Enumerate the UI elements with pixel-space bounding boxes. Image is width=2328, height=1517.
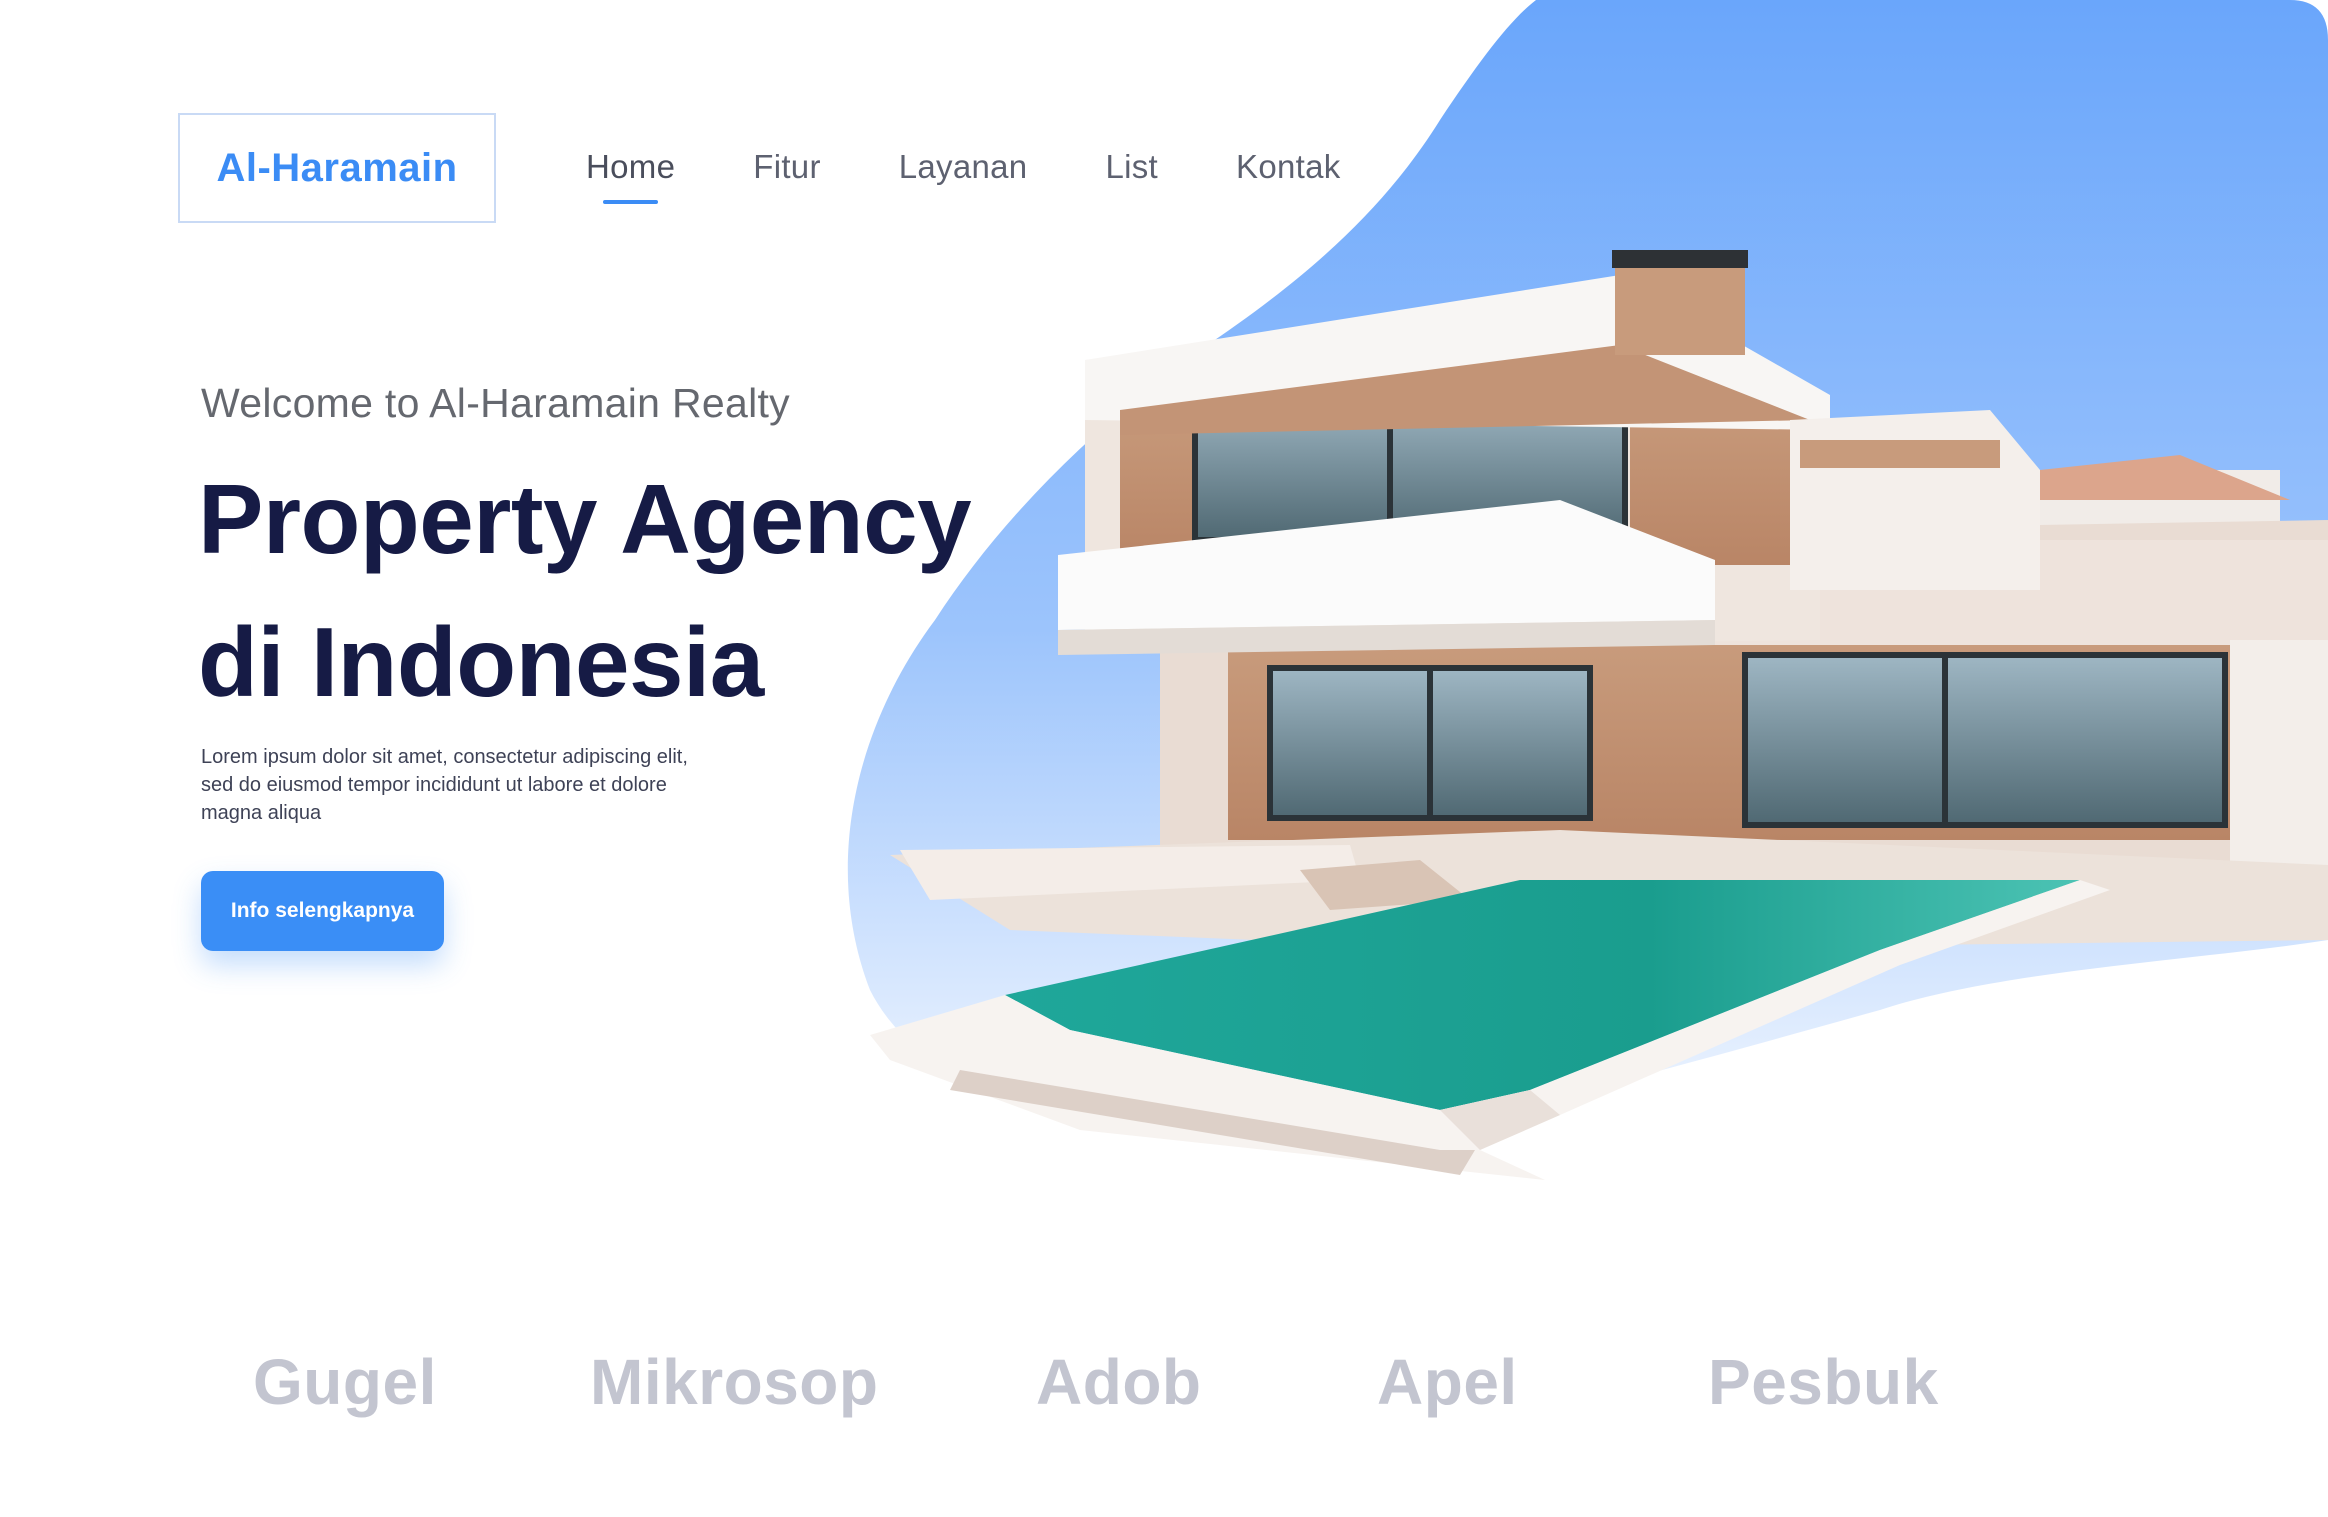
partner-logo-pesbuk: Pesbuk (1708, 1346, 1939, 1418)
partner-logo-mikrosop: Mikrosop (590, 1346, 879, 1418)
info-selengkapnya-button[interactable]: Info selengkapnya (201, 871, 444, 951)
partner-logo-apel: Apel (1377, 1346, 1518, 1418)
nav-item-layanan[interactable]: Layanan (899, 148, 1028, 186)
headline-line-1: Property Agency (198, 464, 972, 574)
nav-item-fitur[interactable]: Fitur (753, 148, 821, 186)
main-nav: Home Fitur Layanan List Kontak (586, 148, 1341, 204)
partner-logo-gugel: Gugel (253, 1346, 437, 1418)
partner-logos: Gugel Mikrosop Adob Apel Pesbuk (0, 1345, 2328, 1435)
nav-item-list[interactable]: List (1105, 148, 1158, 186)
hero-eyebrow: Welcome to Al-Haramain Realty (201, 380, 790, 426)
nav-item-kontak[interactable]: Kontak (1236, 148, 1341, 186)
nav-item-home[interactable]: Home (586, 148, 675, 204)
hero-headline: Property Agency di Indonesia (198, 448, 1098, 734)
hero-description: Lorem ipsum dolor sit amet, consectetur … (201, 746, 688, 824)
headline-line-2: di Indonesia (198, 607, 764, 717)
partner-logo-adob: Adob (1036, 1346, 1202, 1418)
logo[interactable]: Al-Haramain (178, 113, 496, 223)
